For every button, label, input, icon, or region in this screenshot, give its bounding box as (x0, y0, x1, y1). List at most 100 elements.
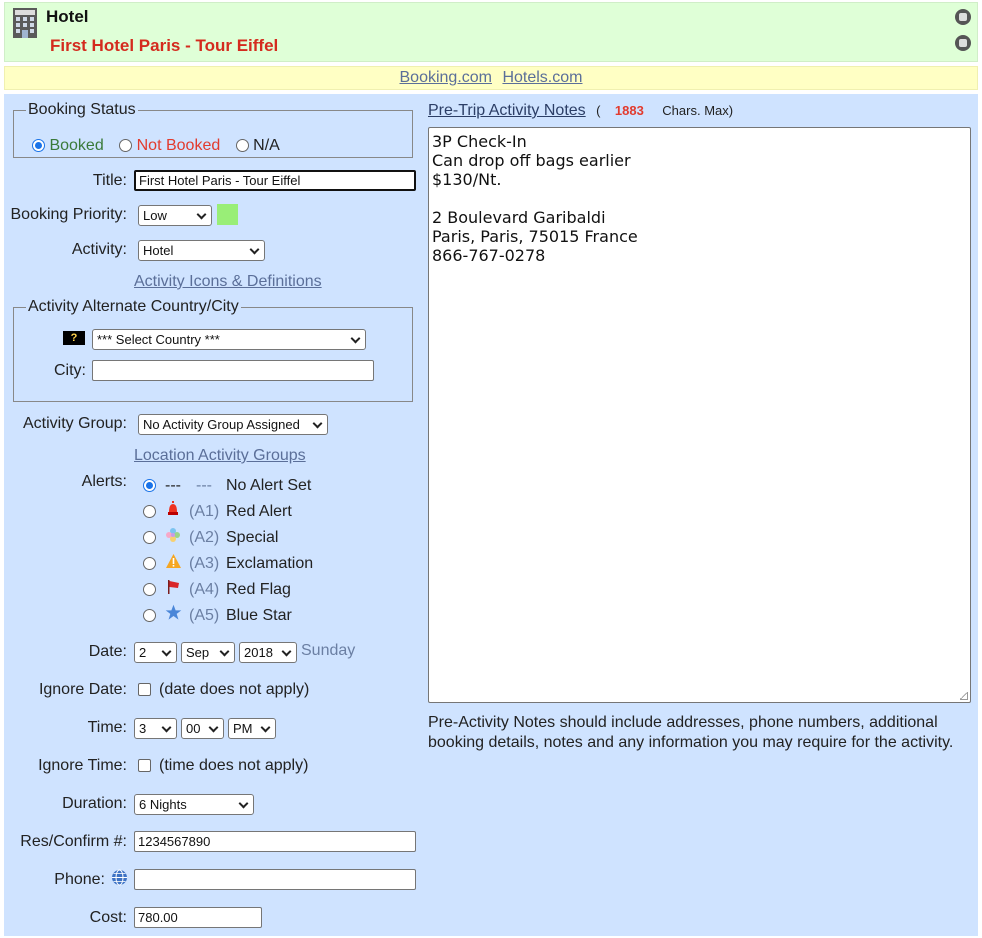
country-help-icon[interactable]: ? (63, 331, 85, 345)
title-label: Title: (92, 172, 127, 189)
booking-priority-label: Booking Priority: (10, 206, 128, 223)
alert-a2-radio[interactable] (143, 531, 156, 545)
notes-line: 866-767-0278 (432, 246, 546, 265)
alert-a4-label: Red Flag (226, 581, 291, 598)
priority-color-swatch (217, 204, 238, 225)
alert-a3-radio[interactable] (143, 557, 156, 571)
alert-a2-label: Special (226, 529, 279, 546)
time-minute-select[interactable]: 00 (181, 718, 224, 739)
na-radio[interactable] (235, 139, 249, 153)
notes-line (432, 189, 967, 208)
alert-a5-label: Blue Star (226, 607, 292, 624)
alert-option-a2: (A2) Special (143, 528, 278, 547)
ignore-date-checkbox[interactable] (138, 683, 151, 696)
activity-group-label: Activity Group: (22, 415, 127, 432)
title-input[interactable]: First Hotel Paris - Tour Eiffel (134, 170, 416, 191)
ignore-date-note: (date does not apply) (159, 681, 310, 698)
alert-a4-code: (A4) (189, 581, 220, 598)
alert-none-label: No Alert Set (226, 477, 312, 494)
notes-heading-row: Pre-Trip Activity Notes ( 1883 Chars. Ma… (428, 102, 733, 120)
special-icon (166, 528, 180, 542)
booking-status-group: Booking Status Booked Not Booked N/A (13, 101, 413, 158)
date-year-select[interactable]: 2018 (239, 642, 297, 663)
alert-a5-code: (A5) (189, 607, 220, 624)
res-confirm-label: Res/Confirm #: (20, 833, 127, 850)
ignore-time-checkbox[interactable] (138, 759, 151, 772)
alert-a5-radio[interactable] (143, 609, 156, 623)
cost-input[interactable]: 780.00 (134, 907, 262, 928)
alert-a4-radio[interactable] (143, 583, 156, 597)
booking-com-link[interactable]: Booking.com (400, 69, 493, 86)
booked-label: Booked (49, 137, 104, 154)
notes-line: Paris, Paris, 75015 France (432, 227, 638, 246)
time-ampm-select[interactable]: PM (228, 718, 276, 739)
activity-category: Hotel (46, 7, 89, 26)
alert-a3-code: (A3) (189, 555, 220, 572)
booked-radio[interactable] (32, 139, 45, 153)
not-booked-label: Not Booked (136, 137, 221, 154)
notes-open-paren: ( (596, 103, 601, 118)
globe-icon[interactable] (111, 869, 128, 886)
alert-option-a4: (A4) Red Flag (143, 580, 291, 599)
notes-help-text: Pre-Activity Notes should include addres… (428, 714, 954, 751)
activity-select[interactable]: Hotel (138, 240, 265, 261)
res-confirm-input[interactable]: 1234567890 (134, 831, 416, 852)
red-flag-icon (168, 580, 179, 594)
notes-line: 2 Boulevard Garibaldi (432, 208, 606, 227)
phone-input[interactable] (134, 869, 416, 890)
time-label: Time: (87, 719, 127, 736)
alert-option-a5: (A5) Blue Star (143, 604, 292, 625)
duration-select[interactable]: 6 Nights (134, 794, 254, 815)
activity-icons-link[interactable]: Activity Icons & Definitions (134, 273, 322, 291)
ignore-time-label: Ignore Time: (38, 757, 127, 774)
country-select[interactable]: *** Select Country *** (92, 329, 366, 350)
date-label: Date: (88, 643, 127, 660)
location-activity-groups-link[interactable]: Location Activity Groups (134, 447, 306, 465)
alert-none-code-secondary: --- (196, 477, 212, 494)
alt-country-city-group: Activity Alternate Country/City (13, 298, 413, 402)
not-booked-radio[interactable] (119, 139, 133, 153)
hotel-icon (13, 8, 37, 38)
ignore-time-note: (time does not apply) (159, 757, 309, 774)
activity-label: Activity: (71, 241, 127, 258)
alert-option-a3: (A3) Exclamation (143, 554, 313, 573)
alert-option-a1: (A1) Red Alert (143, 501, 292, 521)
ignore-date-label: Ignore Date: (38, 681, 127, 698)
activity-form: Booking Status Booked Not Booked N/A Tit… (4, 94, 978, 936)
alert-none-radio[interactable] (143, 479, 156, 493)
time-hour-select[interactable]: 3 (134, 718, 177, 739)
booking-status-legend: Booking Status (28, 101, 136, 118)
cancel-icon[interactable] (955, 9, 971, 25)
city-input[interactable] (92, 360, 374, 381)
notes-textarea[interactable]: 3P Check-In Can drop off bags earlier $1… (428, 127, 971, 703)
red-alert-icon (168, 501, 178, 515)
alert-option-none: --- --- No Alert Set (143, 477, 311, 495)
alert-a1-code: (A1) (189, 503, 220, 520)
resize-handle[interactable] (960, 692, 968, 700)
booking-links-bar: Booking.com Hotels.com (4, 66, 978, 90)
date-weekday: Sunday (301, 642, 356, 659)
save-icon[interactable] (955, 35, 971, 51)
notes-line: $130/Nt. (432, 170, 502, 189)
alert-none-code: --- (165, 477, 181, 494)
activity-group-select[interactable]: No Activity Group Assigned (138, 414, 328, 435)
city-label: City: (54, 362, 86, 379)
notes-heading-link[interactable]: Pre-Trip Activity Notes (428, 102, 586, 119)
alert-a3-label: Exclamation (226, 555, 314, 572)
alt-country-city-legend: Activity Alternate Country/City (28, 298, 239, 315)
date-day-select[interactable]: 2 (134, 642, 177, 663)
notes-chars-text: Chars. Max) (662, 103, 734, 118)
na-label: N/A (253, 137, 280, 154)
hotels-com-link[interactable]: Hotels.com (502, 69, 582, 86)
duration-label: Duration: (62, 795, 127, 812)
date-month-select[interactable]: Sep (181, 642, 235, 663)
alert-a1-radio[interactable] (143, 505, 156, 519)
alert-a2-code: (A2) (189, 529, 220, 546)
notes-chars-count: 1883 (614, 103, 644, 118)
alerts-label: Alerts: (81, 473, 127, 490)
cost-label: Cost: (89, 909, 127, 926)
alert-a1-label: Red Alert (226, 503, 292, 520)
booking-priority-select[interactable]: Low (138, 205, 212, 226)
hotel-name: First Hotel Paris - Tour Eiffel (50, 36, 279, 55)
notes-line: Can drop off bags earlier (432, 151, 631, 170)
